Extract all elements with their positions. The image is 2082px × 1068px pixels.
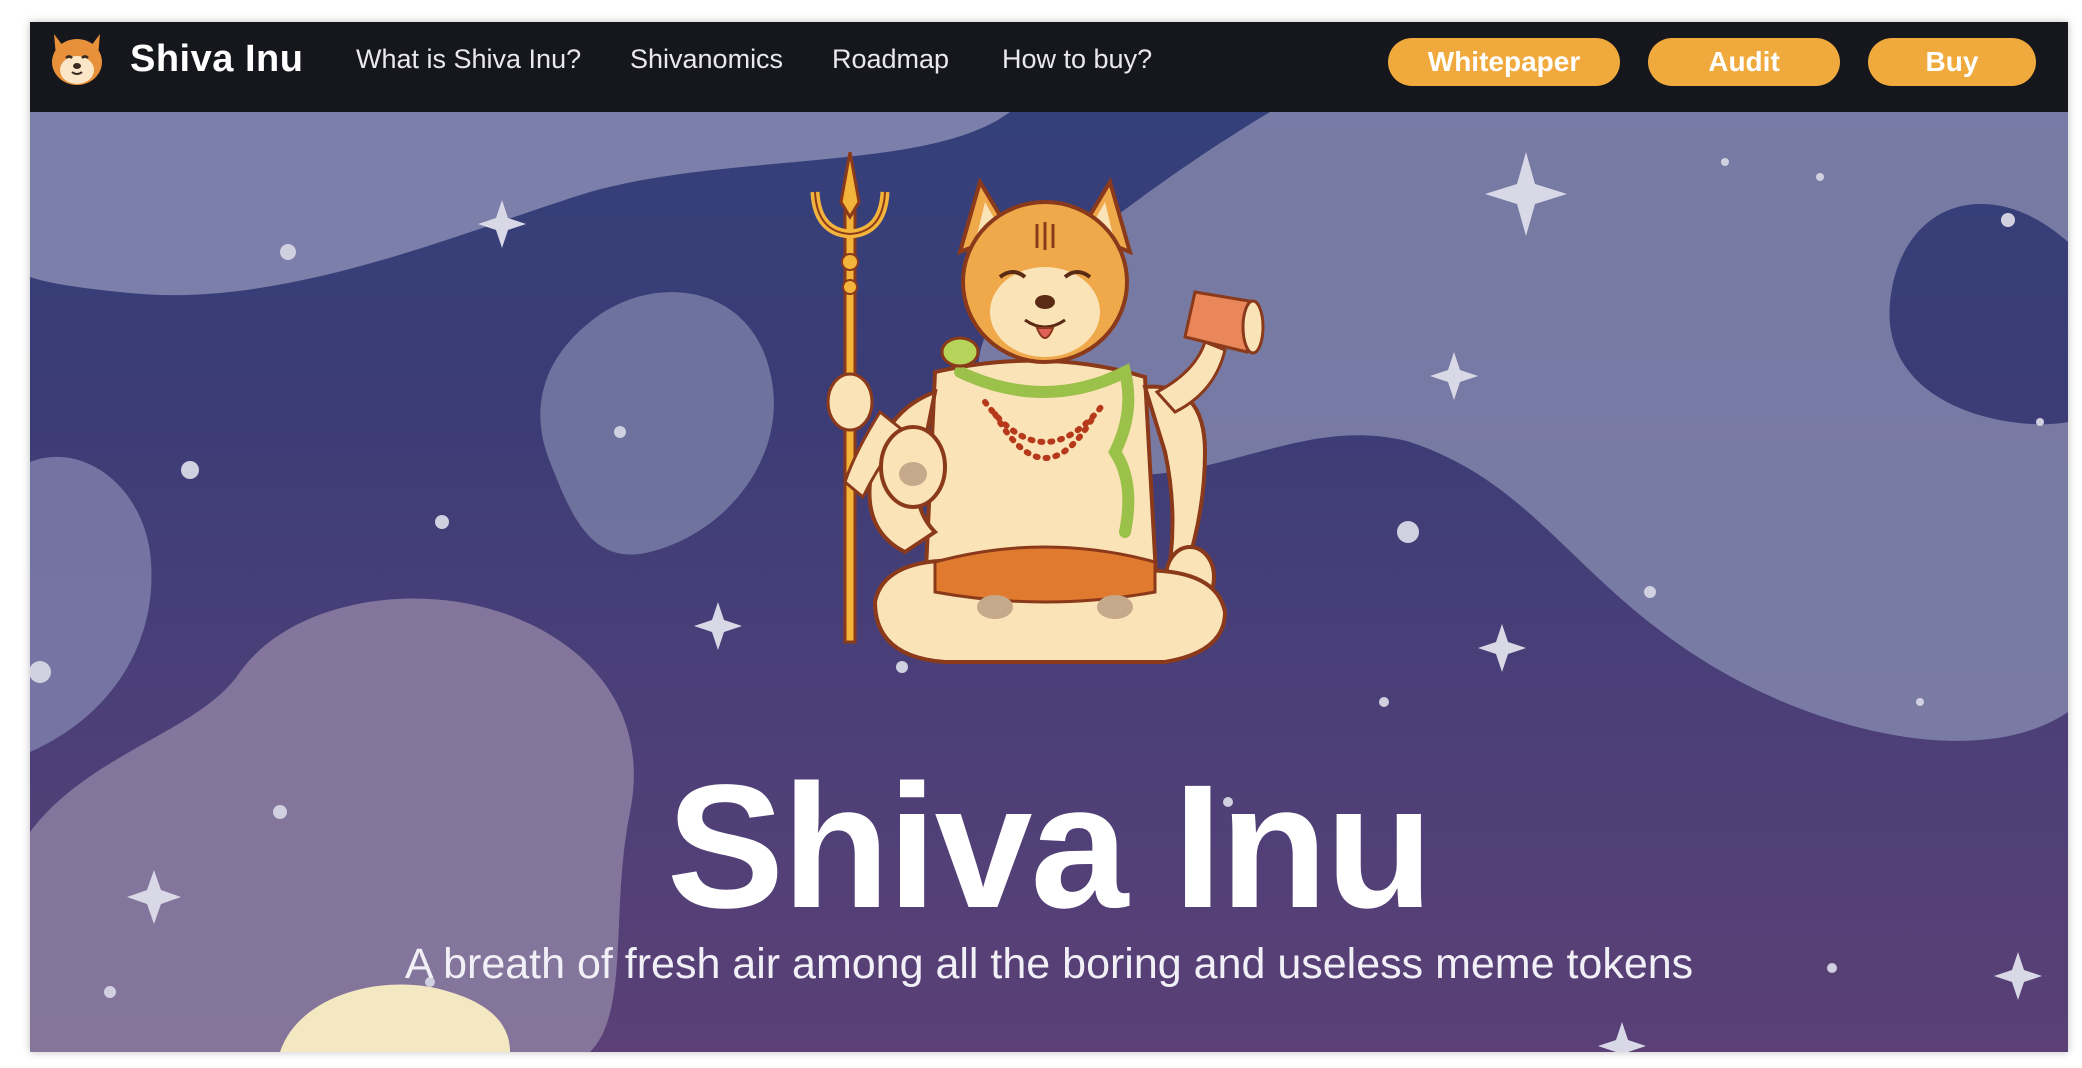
whitepaper-button[interactable]: Whitepaper	[1388, 38, 1620, 86]
browser-viewport: Shiva Inu What is Shiva Inu? Shivanomics…	[30, 22, 2068, 1052]
audit-button[interactable]: Audit	[1648, 38, 1840, 86]
nav-link-roadmap[interactable]: Roadmap	[832, 44, 949, 75]
sparkle-star	[1598, 1022, 1646, 1052]
cloud-shape	[30, 456, 152, 752]
sparkle-star	[1478, 624, 1526, 672]
top-navbar: Shiva Inu What is Shiva Inu? Shivanomics…	[30, 22, 2068, 112]
brand-name[interactable]: Shiva Inu	[130, 38, 303, 81]
sparkle-star	[694, 602, 742, 650]
nav-link-how-to-buy[interactable]: How to buy?	[1002, 44, 1152, 75]
hero-title: Shiva Inu	[666, 749, 1433, 945]
shiba-shiva-mascot	[810, 152, 1265, 664]
damaru-drum-icon	[1183, 290, 1265, 355]
hero-subtitle: A breath of fresh air among all the bori…	[404, 940, 1694, 988]
buy-button[interactable]: Buy	[1868, 38, 2036, 86]
hero-section: Shiva Inu A breath of fresh air among al…	[30, 112, 2068, 1052]
nav-link-shivanomics[interactable]: Shivanomics	[630, 44, 783, 75]
nav-link-what-is[interactable]: What is Shiva Inu?	[356, 44, 581, 75]
shiba-head-icon[interactable]	[46, 28, 108, 90]
cloud-shape	[540, 292, 774, 555]
